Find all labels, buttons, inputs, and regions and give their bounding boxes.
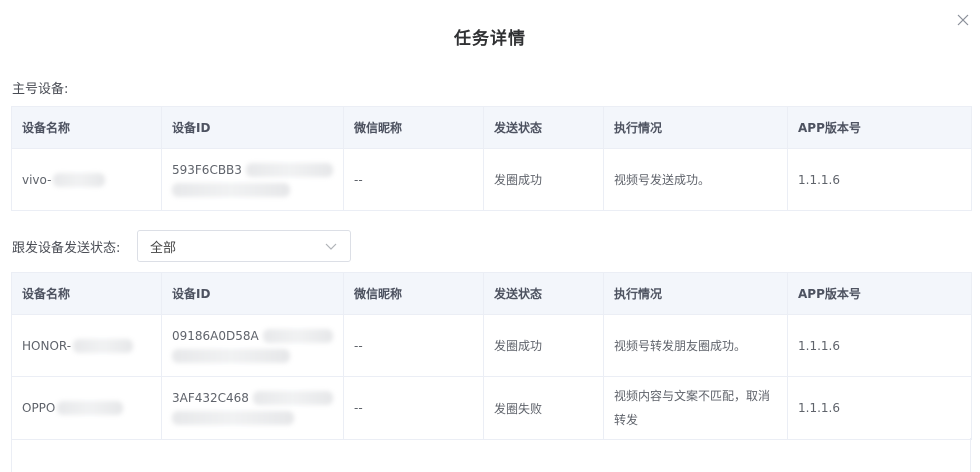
device-id-cell: 09186A0D58A <box>161 314 344 377</box>
device-name-cell: vivo- <box>11 148 162 211</box>
column-wechat-nickname: 微信昵称 <box>343 106 484 149</box>
send-status-cell: 发圈成功 <box>483 148 604 211</box>
redacted-blur <box>262 328 333 343</box>
main-device-label: 主号设备: <box>12 82 69 97</box>
redacted-blur <box>57 401 124 415</box>
table-empty-area <box>11 438 971 472</box>
redacted-blur <box>245 162 333 177</box>
table-header-row: 设备名称 设备ID 微信昵称 发送状态 执行情况 APP版本号 <box>11 272 972 315</box>
redacted-blur <box>53 172 106 187</box>
column-send-status: 发送状态 <box>483 106 604 149</box>
device-name: HONOR- <box>22 338 72 353</box>
execution-cell: 视频号转发朋友圈成功。 <box>603 314 788 377</box>
send-status-cell: 发圈失败 <box>483 376 604 440</box>
close-icon[interactable] <box>955 12 971 28</box>
follow-status-label-row: 跟发设备发送状态: <box>12 230 120 262</box>
column-device-id: 设备ID <box>161 272 344 315</box>
app-version-cell: 1.1.1.6 <box>787 148 972 211</box>
dialog-title: 任务详情 <box>454 29 526 49</box>
nickname-cell: -- <box>343 376 484 440</box>
device-id-cell: 3AF432C468 <box>161 376 344 440</box>
device-id: 09186A0D58A <box>172 328 259 343</box>
device-id: 3AF432C468 <box>172 391 249 405</box>
column-wechat-nickname: 微信昵称 <box>343 272 484 315</box>
column-execution: 执行情况 <box>603 106 788 149</box>
table-header-row: 设备名称 设备ID 微信昵称 发送状态 执行情况 APP版本号 <box>11 106 972 149</box>
app-version-cell: 1.1.1.6 <box>787 314 972 377</box>
redacted-blur <box>172 182 290 197</box>
column-app-version: APP版本号 <box>787 106 972 149</box>
execution-line-2: 转发 <box>614 413 639 427</box>
column-device-id: 设备ID <box>161 106 344 149</box>
table-row: vivo- 593F6CBB3 -- 发圈成功 视频号发送成功。 1.1.1.6 <box>11 148 972 211</box>
execution-cell: 视频号发送成功。 <box>603 148 788 211</box>
redacted-blur <box>172 411 294 425</box>
send-status-cell: 发圈成功 <box>483 314 604 377</box>
device-id: 593F6CBB3 <box>172 162 242 177</box>
column-send-status: 发送状态 <box>483 272 604 315</box>
device-name-cell: HONOR- <box>11 314 162 377</box>
redacted-blur <box>73 338 134 353</box>
app-version-cell: 1.1.1.6 <box>787 376 972 440</box>
follow-status-label: 跟发设备发送状态: <box>12 240 121 256</box>
device-name: OPPO <box>22 401 56 415</box>
device-name: vivo- <box>22 172 52 187</box>
follow-device-table: 设备名称 设备ID 微信昵称 发送状态 执行情况 APP版本号 HONOR- 0… <box>11 272 972 440</box>
device-id-cell: 593F6CBB3 <box>161 148 344 211</box>
redacted-blur <box>252 391 333 405</box>
column-app-version: APP版本号 <box>787 272 972 315</box>
column-device-name: 设备名称 <box>11 272 162 315</box>
nickname-cell: -- <box>343 148 484 211</box>
execution-line-1: 视频内容与文案不匹配，取消 <box>614 389 771 403</box>
select-value: 全部 <box>150 240 177 256</box>
nickname-cell: -- <box>343 314 484 377</box>
chevron-down-icon <box>325 243 337 250</box>
execution-cell: 视频内容与文案不匹配，取消 转发 <box>603 376 788 440</box>
device-name-cell: OPPO <box>11 376 162 440</box>
redacted-blur <box>172 348 290 363</box>
column-execution: 执行情况 <box>603 272 788 315</box>
table-row: HONOR- 09186A0D58A -- 发圈成功 视频号转发朋友圈成功。 1… <box>11 314 972 377</box>
column-device-name: 设备名称 <box>11 106 162 149</box>
main-device-table: 设备名称 设备ID 微信昵称 发送状态 执行情况 APP版本号 vivo- 59… <box>11 106 972 211</box>
follow-status-select[interactable]: 全部 <box>137 230 351 262</box>
table-row: OPPO 3AF432C468 -- 发圈失败 视频内容与文案不匹配，取消 转发… <box>11 376 972 440</box>
